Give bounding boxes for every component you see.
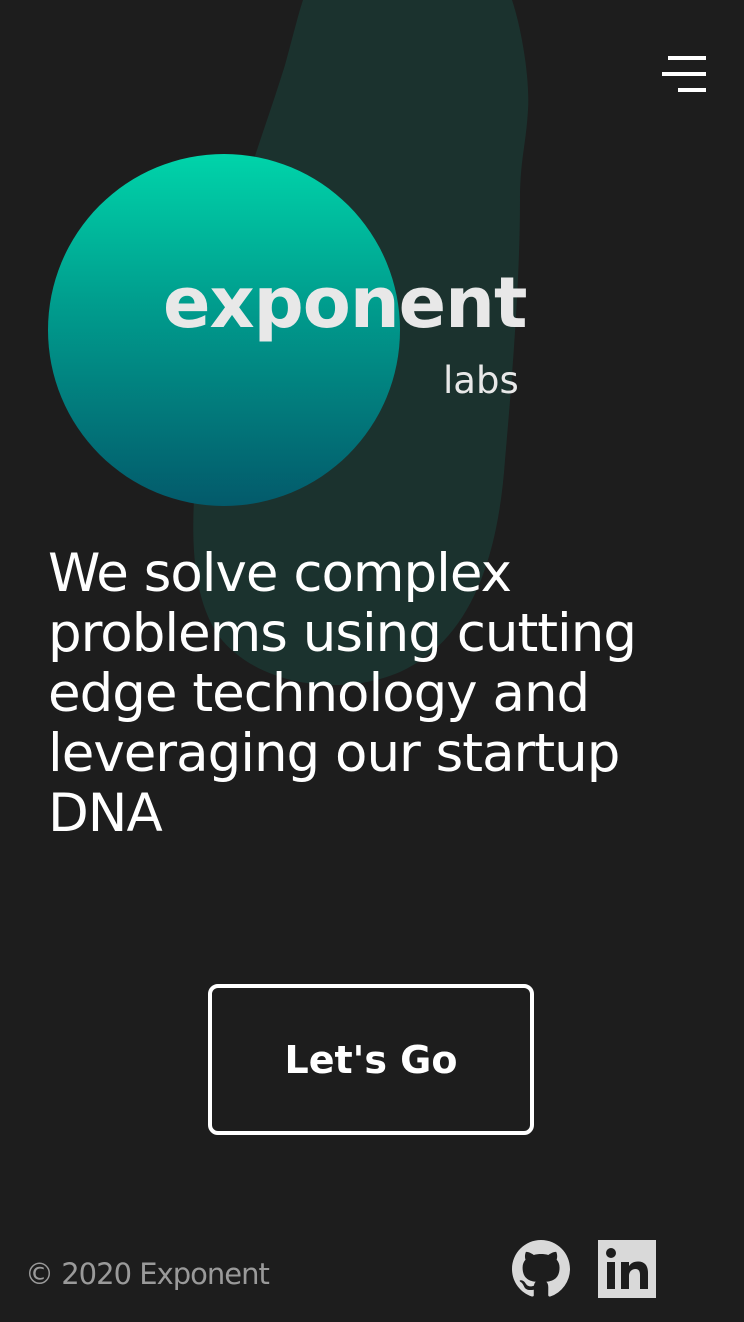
- github-icon: [512, 1240, 570, 1297]
- hamburger-menu-icon: [668, 56, 706, 60]
- logo-subtitle: labs: [443, 359, 519, 402]
- logo-wordmark: exponent: [163, 262, 527, 344]
- github-link[interactable]: [512, 1240, 570, 1298]
- copyright-text: © 2020 Exponent: [25, 1257, 270, 1291]
- hero-tagline: We solve complex problems using cutting …: [48, 543, 637, 844]
- menu-icon-bar: [678, 88, 706, 92]
- landing-page: exponent labs We solve complex problems …: [0, 0, 744, 1322]
- linkedin-icon: [598, 1240, 656, 1298]
- lets-go-button[interactable]: Let's Go: [208, 984, 534, 1135]
- linkedin-link[interactable]: [598, 1240, 656, 1298]
- menu-icon-bar: [662, 72, 706, 76]
- menu-button[interactable]: [656, 52, 712, 98]
